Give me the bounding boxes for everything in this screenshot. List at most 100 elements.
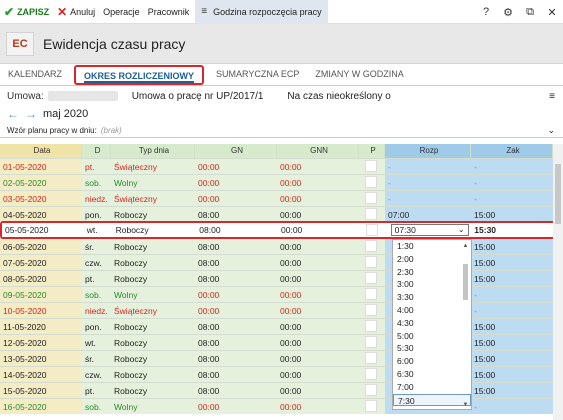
header-date[interactable]: Data	[0, 144, 82, 158]
header-day-type[interactable]: Typ dnia	[111, 144, 195, 158]
start-time-select[interactable]: 07:30 ⌄	[390, 224, 469, 236]
cancel-button[interactable]: ✕ Anuluj	[53, 0, 99, 24]
dropdown-option[interactable]: 7:00	[393, 381, 471, 394]
table-row[interactable]: 01-05-2020 pt. Świąteczny 00:00 00:00- -	[0, 158, 553, 174]
cell-end[interactable]: 15:00	[471, 238, 553, 254]
cell-date: 11-05-2020	[0, 318, 82, 334]
dropdown-option[interactable]: 6:00	[393, 355, 471, 368]
cell-end[interactable]: -	[471, 158, 553, 174]
cell-day: niedz.	[82, 190, 111, 206]
cell-end[interactable]: 15:00	[471, 366, 553, 382]
dropdown-option[interactable]: 2:00	[393, 253, 471, 266]
header-start[interactable]: Rozp	[385, 144, 471, 158]
p-checkbox[interactable]	[365, 336, 377, 348]
chevron-down-icon[interactable]: ⌄	[547, 125, 555, 136]
dropdown-option[interactable]: 4:30	[393, 317, 471, 330]
dropdown-scrollbar[interactable]: ▲ ▼	[462, 242, 469, 408]
cell-start[interactable]: 07:00	[385, 206, 471, 222]
cell-end[interactable]: -	[471, 302, 553, 318]
cell-end[interactable]: 15:00	[471, 206, 553, 222]
work-plan-pattern-value: (brak)	[100, 126, 122, 135]
selected-day: wt.	[83, 223, 113, 237]
p-checkbox[interactable]	[365, 304, 377, 316]
tab-summary-ecp[interactable]: SUMARYCZNA ECP	[208, 65, 307, 85]
dropdown-option[interactable]: 7:30	[393, 393, 471, 407]
tab-bar: KALENDARZ OKRES ROZLICZENIOWY SUMARYCZNA…	[0, 64, 563, 86]
header-p[interactable]: P	[359, 144, 385, 158]
table-row[interactable]: 03-05-2020 niedz. Świąteczny 00:00 00:00- -	[0, 190, 553, 206]
cell-gn: 00:00	[195, 174, 277, 190]
dropdown-option[interactable]: 3:00	[393, 278, 471, 291]
p-checkbox[interactable]	[365, 256, 377, 268]
selected-table-row[interactable]: 05-05-2020 wt. Roboczy 08:00 00:00 07:30…	[0, 221, 555, 239]
p-checkbox[interactable]	[365, 208, 377, 220]
table-scrollbar[interactable]	[553, 144, 563, 420]
cell-end[interactable]: 15:00	[471, 318, 553, 334]
contract-row: Umowa: Umowa o pracę nr UP/2017/1 Na cza…	[0, 87, 563, 105]
p-checkbox[interactable]	[365, 320, 377, 332]
header-end[interactable]: Zak	[471, 144, 553, 158]
cell-end[interactable]: 15:00	[471, 382, 553, 398]
p-checkbox[interactable]	[365, 384, 377, 396]
dropdown-option[interactable]: 3:30	[393, 291, 471, 304]
p-checkbox[interactable]	[365, 240, 377, 252]
cell-date: 16-05-2020	[0, 398, 82, 414]
cell-day: niedz.	[82, 302, 111, 318]
operations-menu[interactable]: Operacje	[99, 0, 144, 24]
cell-end[interactable]: 15:00	[471, 270, 553, 286]
gear-icon[interactable]: ⚙	[497, 6, 519, 19]
p-checkbox[interactable]	[365, 192, 377, 204]
header-gn[interactable]: GN	[195, 144, 277, 158]
cell-end[interactable]: 15:00	[471, 350, 553, 366]
scroll-up-icon[interactable]: ▲	[462, 242, 469, 250]
prev-month-arrow-icon[interactable]: ←	[7, 107, 19, 121]
employee-menu[interactable]: Pracownik	[144, 0, 194, 24]
cell-start[interactable]: -	[385, 174, 471, 190]
restore-window-icon[interactable]: ⧉	[519, 6, 541, 19]
dropdown-option[interactable]: 2:30	[393, 266, 471, 279]
cell-end[interactable]: -	[471, 286, 553, 302]
menu-icon[interactable]: ≡	[549, 91, 555, 102]
page-title: Ewidencja czasu pracy	[43, 35, 186, 52]
dropdown-option[interactable]: 5:00	[393, 330, 471, 343]
p-checkbox[interactable]	[365, 368, 377, 380]
cell-end[interactable]: -	[471, 174, 553, 190]
p-checkbox[interactable]	[365, 288, 377, 300]
p-checkbox[interactable]	[365, 352, 377, 364]
start-time-tab[interactable]: ≡ Godzina rozpoczęcia pracy	[195, 0, 328, 24]
cell-gnn: 00:00	[277, 238, 359, 254]
cell-end[interactable]: -	[471, 190, 553, 206]
scroll-thumb[interactable]	[463, 264, 468, 300]
work-plan-pattern-row[interactable]: Wzór planu pracy w dniu: (brak) ⌄	[0, 124, 563, 138]
dropdown-option[interactable]: 5:30	[393, 342, 471, 355]
header-gnn[interactable]: GNN	[277, 144, 359, 158]
cell-end[interactable]: 15:00	[471, 254, 553, 270]
dropdown-option[interactable]: 4:00	[393, 304, 471, 317]
p-checkbox[interactable]	[365, 160, 377, 172]
next-month-arrow-icon[interactable]: →	[25, 107, 37, 121]
close-icon[interactable]: ✕	[541, 6, 563, 19]
month-label: maj 2020	[43, 108, 89, 120]
dropdown-option[interactable]: 1:30	[393, 240, 471, 253]
table-row[interactable]: 02-05-2020 sob. Wolny 00:00 00:00- -	[0, 174, 553, 190]
p-checkbox[interactable]	[365, 176, 377, 188]
p-checkbox[interactable]	[365, 224, 378, 236]
dropdown-option[interactable]: 6:30	[393, 368, 471, 381]
cell-start[interactable]: -	[385, 158, 471, 174]
cell-end[interactable]: 15:00	[471, 334, 553, 350]
table-scroll-thumb[interactable]	[555, 164, 561, 224]
p-checkbox[interactable]	[365, 400, 377, 412]
tab-calendar[interactable]: KALENDARZ	[0, 65, 70, 85]
cell-end[interactable]: -	[471, 398, 553, 414]
p-checkbox[interactable]	[365, 272, 377, 284]
header-day[interactable]: D	[82, 144, 111, 158]
scroll-down-icon[interactable]: ▼	[462, 402, 469, 408]
cell-date: 13-05-2020	[0, 350, 82, 366]
cell-day: czw.	[82, 366, 111, 382]
cell-start[interactable]: -	[385, 190, 471, 206]
table-row[interactable]: 04-05-2020 pon. Roboczy 08:00 00:00 07:00 15:0…	[0, 206, 553, 222]
save-button[interactable]: ✔ ZAPISZ	[0, 0, 53, 24]
tab-settlement-period[interactable]: OKRES ROZLICZENIOWY	[74, 65, 205, 85]
tab-hour-changes[interactable]: ZMIANY W GODZINA	[307, 65, 411, 85]
help-icon[interactable]: ?	[475, 6, 497, 18]
